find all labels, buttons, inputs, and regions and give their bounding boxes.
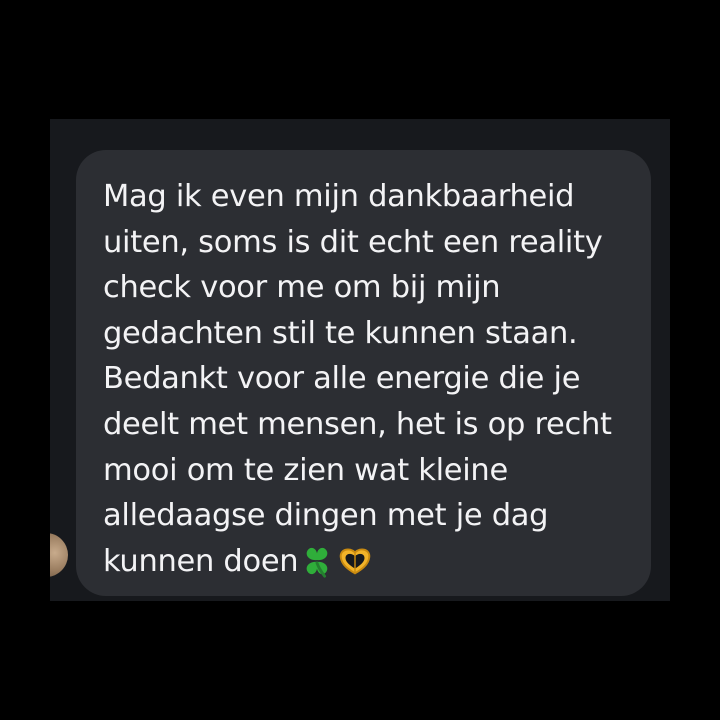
message-line: gedachten stil te kunnen staan.	[103, 315, 578, 351]
message-line: alledaagse dingen met je dag	[103, 498, 549, 534]
message-text: Mag ik even mijn dankbaarheid uiten, som…	[103, 174, 625, 584]
message-line: deelt met mensen, het is op recht	[103, 406, 612, 442]
message-line: mooi om te zien wat kleine	[103, 452, 508, 488]
message-line-text: kunnen doen	[103, 543, 299, 579]
chat-panel: Mag ik even mijn dankbaarheid uiten, som…	[50, 119, 670, 601]
message-line: check voor me om bij mijn	[103, 270, 501, 306]
message-line: Mag ik even mijn dankbaarheid	[103, 179, 575, 214]
message-last-line: kunnen doen	[103, 539, 625, 585]
message-line: Bedankt voor alle energie die je	[103, 361, 581, 397]
incoming-message-bubble[interactable]: Mag ik even mijn dankbaarheid uiten, som…	[76, 150, 651, 596]
message-line: uiten, soms is dit echt een reality	[103, 224, 603, 260]
four-leaf-clover-icon	[306, 547, 328, 578]
heart-hands-icon	[340, 548, 371, 575]
screenshot-frame: Mag ik even mijn dankbaarheid uiten, som…	[0, 0, 720, 720]
sender-avatar[interactable]	[50, 533, 68, 577]
